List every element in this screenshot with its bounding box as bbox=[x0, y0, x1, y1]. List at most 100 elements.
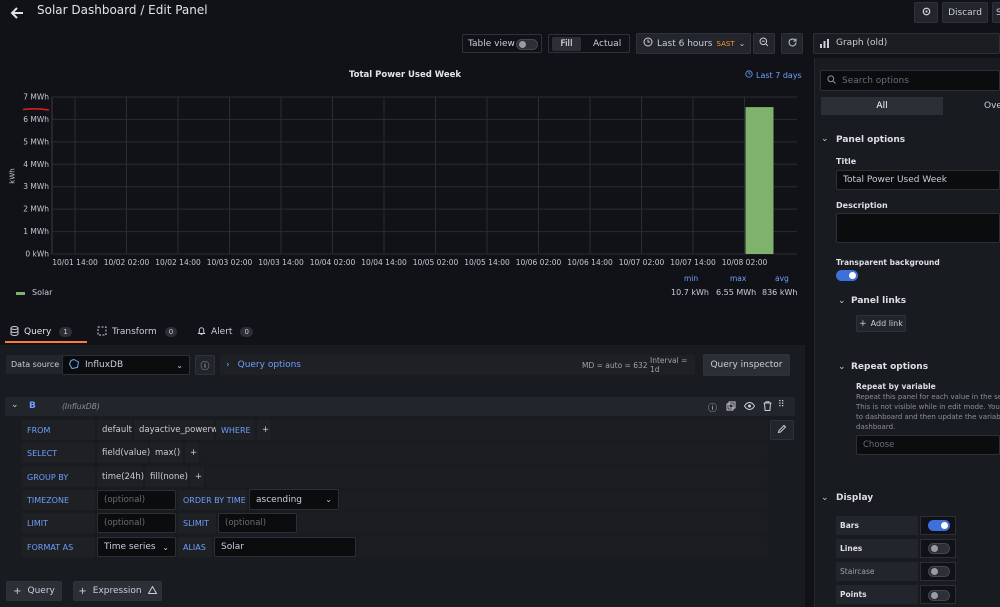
influxdb-logo-icon bbox=[68, 358, 80, 372]
options-tab-all[interactable]: All bbox=[821, 97, 943, 115]
refresh-icon bbox=[787, 37, 798, 51]
time-override: Last 7 days bbox=[745, 70, 802, 80]
save-button[interactable]: S bbox=[992, 2, 1000, 23]
format-as-label: FORMAT AS bbox=[22, 537, 95, 557]
datasource-value: InfluxDB bbox=[85, 360, 124, 370]
staircase-toggle[interactable] bbox=[928, 566, 950, 577]
options-search-input[interactable]: Search options bbox=[820, 70, 1000, 91]
group-by-add-button[interactable]: + bbox=[190, 467, 204, 487]
format-row-fill bbox=[358, 537, 767, 557]
options-tab-overrides[interactable]: Ove bbox=[984, 97, 1000, 115]
add-expression-button[interactable]: + Expression bbox=[73, 581, 162, 601]
plus-icon: + bbox=[78, 585, 87, 597]
repeat-variable-select[interactable]: Choose bbox=[856, 435, 1000, 455]
from-policy[interactable]: default bbox=[97, 420, 132, 440]
graph-icon bbox=[819, 38, 830, 52]
repeat-options-heading[interactable]: Repeat options bbox=[851, 362, 928, 372]
drag-handle-icon[interactable]: ⠿ bbox=[778, 400, 785, 410]
zoom-out-icon bbox=[759, 37, 769, 50]
fill-actual-group: Fill Actual bbox=[548, 34, 630, 53]
tab-transform-count: 0 bbox=[164, 327, 178, 337]
slimit-input[interactable]: (optional) bbox=[218, 513, 297, 533]
group-by-time[interactable]: time(24h) bbox=[97, 467, 144, 487]
title-input[interactable]: Total Power Used Week bbox=[836, 170, 1000, 190]
panel-options-heading[interactable]: Panel options bbox=[836, 135, 905, 145]
visualization-picker[interactable]: Graph (old) bbox=[813, 33, 1000, 54]
add-link-button[interactable]: + Add link bbox=[856, 315, 906, 332]
duplicate-query-icon[interactable] bbox=[726, 401, 736, 414]
select-aggregation[interactable]: max() bbox=[150, 443, 183, 463]
add-query-button[interactable]: + Query bbox=[6, 581, 62, 601]
from-add-button[interactable]: + bbox=[257, 420, 271, 440]
options-search-placeholder: Search options bbox=[842, 75, 909, 86]
chevron-down-icon[interactable]: ⌄ bbox=[838, 362, 846, 372]
timezone-input[interactable]: (optional) bbox=[97, 490, 176, 510]
table-view-toggle[interactable]: Table view bbox=[462, 34, 542, 53]
refresh-button[interactable] bbox=[781, 33, 803, 54]
tab-transform[interactable]: Transform 0 bbox=[97, 323, 178, 341]
query-ref-id[interactable]: B bbox=[29, 401, 36, 411]
timezone-label: TIMEZONE bbox=[22, 490, 95, 510]
query-inspector-button[interactable]: Query inspector bbox=[703, 354, 790, 376]
chevron-down-icon[interactable]: ⌄ bbox=[821, 134, 829, 144]
time-override-label: Last 7 days bbox=[756, 70, 802, 80]
datasource-help-button[interactable]: ⓘ bbox=[195, 355, 215, 375]
tab-alert[interactable]: Alert 0 bbox=[197, 323, 253, 341]
select-add-button[interactable]: + bbox=[185, 443, 199, 463]
repeat-help-line-2: This is not visible while in edit mode. … bbox=[856, 403, 1000, 411]
limit-input[interactable]: (optional) bbox=[97, 513, 176, 533]
transparent-background-label: Transparent background bbox=[836, 258, 940, 267]
group-by-label: GROUP BY bbox=[22, 467, 95, 487]
time-range-label: Last 6 hours bbox=[657, 38, 713, 49]
raw-query-edit-button[interactable] bbox=[770, 420, 794, 440]
limit-label: LIMIT bbox=[22, 513, 95, 533]
md-info: MD = auto = 632 bbox=[582, 360, 648, 370]
chevron-down-icon[interactable]: ⌄ bbox=[821, 493, 829, 503]
order-by-time-label: ORDER BY TIME bbox=[178, 490, 247, 510]
time-picker-button[interactable]: Last 6 hours SAST ⌄ bbox=[636, 33, 751, 54]
y-tick-label: 3 MWh bbox=[23, 182, 49, 191]
select-field[interactable]: field(value) bbox=[97, 443, 150, 463]
title-field-label: Title bbox=[836, 157, 857, 166]
x-tick-label: 10/04 02:00 bbox=[310, 258, 356, 267]
zoom-out-button[interactable] bbox=[753, 33, 775, 54]
actual-option[interactable]: Actual bbox=[593, 39, 621, 49]
hide-query-eye-icon[interactable] bbox=[743, 401, 756, 413]
query-datasource-name: (InfluxDB) bbox=[62, 402, 100, 411]
datasource-picker[interactable]: InfluxDB ⌄ bbox=[62, 355, 190, 375]
group-by-fill[interactable]: fill(none) bbox=[145, 467, 188, 487]
fill-option[interactable]: Fill bbox=[552, 37, 581, 51]
discard-button[interactable]: Discard bbox=[942, 2, 988, 23]
bars-toggle[interactable] bbox=[928, 520, 950, 531]
from-measurement[interactable]: dayactive_powerwh bbox=[134, 420, 223, 440]
lines-toggle[interactable] bbox=[928, 543, 950, 554]
legend-swatch bbox=[16, 292, 25, 295]
display-heading[interactable]: Display bbox=[836, 493, 873, 503]
delete-query-trash-icon[interactable] bbox=[763, 401, 772, 414]
chevron-down-icon[interactable]: ⌄ bbox=[838, 296, 846, 306]
transform-icon bbox=[97, 326, 107, 339]
back-arrow-icon[interactable] bbox=[8, 4, 26, 22]
x-tick-label: 10/02 14:00 bbox=[155, 258, 201, 267]
collapse-chevron-icon[interactable]: ⌄ bbox=[11, 400, 19, 410]
order-by-select[interactable]: ascending ⌄ bbox=[249, 489, 339, 510]
x-tick-label: 10/02 02:00 bbox=[104, 258, 150, 267]
alias-input[interactable]: Solar bbox=[214, 537, 356, 557]
format-as-select[interactable]: Time series ⌄ bbox=[97, 537, 176, 557]
y-tick-label: 7 MWh bbox=[23, 93, 49, 102]
description-textarea[interactable] bbox=[836, 213, 1000, 243]
x-tick-label: 10/03 14:00 bbox=[258, 258, 304, 267]
x-tick-label: 10/06 14:00 bbox=[567, 258, 613, 267]
points-toggle[interactable] bbox=[928, 590, 950, 601]
settings-button[interactable] bbox=[914, 2, 938, 23]
lines-label: Lines bbox=[840, 544, 863, 553]
panel-links-heading[interactable]: Panel links bbox=[851, 296, 906, 306]
repeat-help-line-4: dashboard. bbox=[856, 423, 896, 431]
table-view-switch[interactable] bbox=[516, 39, 538, 50]
transparent-background-toggle[interactable] bbox=[836, 270, 858, 281]
query-options-toggle[interactable]: › Query options MD = auto = 632 Interval… bbox=[220, 355, 695, 375]
legend-series-name[interactable]: Solar bbox=[32, 288, 52, 297]
bar-solar[interactable] bbox=[745, 107, 774, 254]
query-help-icon[interactable]: ⓘ bbox=[708, 401, 717, 414]
tab-query[interactable]: Query 1 bbox=[10, 323, 72, 341]
